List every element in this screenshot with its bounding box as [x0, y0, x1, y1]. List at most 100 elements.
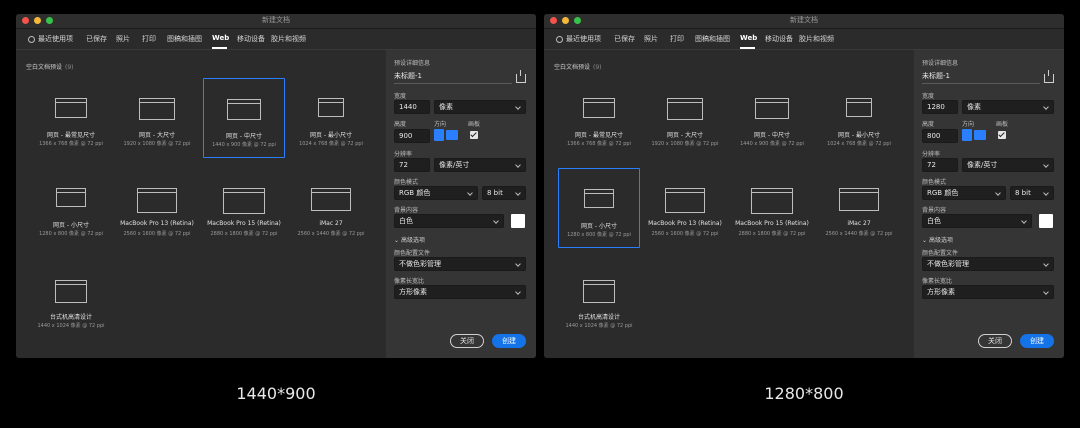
bit-depth-select[interactable]: 8 bit [482, 186, 526, 200]
tab-film-video[interactable]: 胶片和视频 [799, 34, 834, 44]
preset-card[interactable]: 网页 - 最小尺寸 1024 x 768 像素 @ 72 ppi [818, 78, 900, 158]
preset-card[interactable]: MacBook Pro 13 (Retina) 2560 x 1600 像素 @… [644, 168, 726, 248]
preset-grid: 空白文档预设 (9) 网页 - 最常见尺寸 1366 x 768 像素 @ 72 … [16, 50, 386, 358]
create-button[interactable]: 创建 [1020, 334, 1054, 348]
width-unit-select[interactable]: 像素 [962, 100, 1054, 114]
color-mode-label: 颜色模式 [922, 179, 947, 186]
preset-name: 网页 - 小尺寸 [53, 222, 89, 229]
color-mode-select[interactable]: RGB 颜色 [922, 186, 1006, 200]
resolution-unit-select[interactable]: 像素/英寸 [434, 158, 526, 172]
advanced-options-toggle[interactable]: ⌄ 高级选项 [922, 235, 953, 244]
close-button[interactable]: 关闭 [978, 334, 1012, 348]
preset-card[interactable]: iMac 27 2560 x 1440 像素 @ 72 ppi [818, 168, 900, 248]
preset-name: 网页 - 最常见尺寸 [575, 132, 623, 139]
checkbox-checked-icon[interactable] [470, 131, 478, 139]
resolution-input[interactable]: 72 [922, 158, 958, 172]
preset-details-panel: 预设详细信息 未标题-1 宽度 1280 像素 高度 方向 画板 800 分辨率… [914, 50, 1064, 358]
tab-film-video[interactable]: 胶片和视频 [271, 34, 306, 44]
height-input[interactable]: 800 [922, 129, 958, 143]
color-profile-select[interactable]: 不做色彩管理 [394, 257, 526, 271]
background-select[interactable]: 白色 [394, 214, 504, 228]
preset-card[interactable]: MacBook Pro 13 (Retina) 2560 x 1600 像素 @… [116, 168, 198, 248]
preset-card[interactable]: 网页 - 中尺寸 1440 x 900 像素 @ 72 ppi [731, 78, 813, 158]
preset-name: 网页 - 大尺寸 [667, 132, 703, 139]
preset-card[interactable]: MacBook Pro 15 (Retina) 2880 x 1800 像素 @… [203, 168, 285, 248]
preset-card[interactable]: 网页 - 小尺寸 1280 x 800 像素 @ 72 ppi [30, 168, 112, 248]
tab-web[interactable]: Web [740, 34, 757, 42]
document-preset-icon [839, 188, 879, 211]
preset-name: 网页 - 最小尺寸 [838, 132, 880, 139]
preset-count: (9) [593, 64, 602, 71]
color-mode-label: 颜色模式 [394, 179, 419, 186]
preset-card[interactable]: 网页 - 最小尺寸 1024 x 768 像素 @ 72 ppi [290, 78, 372, 158]
create-button[interactable]: 创建 [492, 334, 526, 348]
document-preset-icon [139, 98, 175, 120]
tab-recent[interactable]: 最近使用项 [28, 34, 73, 44]
tab-print[interactable]: 打印 [142, 34, 156, 44]
width-input[interactable]: 1280 [922, 100, 958, 114]
preset-card[interactable]: iMac 27 2560 x 1440 像素 @ 72 ppi [290, 168, 372, 248]
save-to-cloud-icon[interactable] [1044, 70, 1054, 83]
tab-saved[interactable]: 已保存 [86, 34, 107, 44]
preset-card-selected[interactable]: 网页 - 小尺寸 1280 x 800 像素 @ 72 ppi [558, 168, 640, 248]
window-title: 新建文档 [790, 16, 818, 24]
preset-name: MacBook Pro 15 (Retina) [207, 220, 281, 227]
portrait-orientation-icon[interactable] [434, 129, 444, 141]
preset-dimensions: 1920 x 1080 像素 @ 72 ppi [651, 141, 719, 147]
document-name-field[interactable]: 未标题-1 [922, 70, 1040, 84]
tab-recent[interactable]: 最近使用项 [556, 34, 601, 44]
close-button[interactable]: 关闭 [450, 334, 484, 348]
tab-saved[interactable]: 已保存 [614, 34, 635, 44]
height-input[interactable]: 900 [394, 129, 430, 143]
artboard-label: 画板 [996, 121, 1009, 128]
advanced-options-toggle[interactable]: ⌄ 高级选项 [394, 235, 425, 244]
tab-art-illustration[interactable]: 图稿和插图 [695, 34, 730, 44]
preset-card[interactable]: 网页 - 最常见尺寸 1366 x 768 像素 @ 72 ppi [558, 78, 640, 158]
preset-card[interactable]: 台式机高清设计 1440 x 1024 像素 @ 72 ppi [30, 260, 112, 340]
background-label: 背景内容 [394, 207, 419, 214]
bit-depth-select[interactable]: 8 bit [1010, 186, 1054, 200]
preset-name: 网页 - 中尺寸 [754, 132, 790, 139]
pixel-aspect-select[interactable]: 方形像素 [394, 285, 526, 299]
save-to-cloud-icon[interactable] [516, 70, 526, 83]
tab-print[interactable]: 打印 [670, 34, 684, 44]
preset-dimensions: 1366 x 768 像素 @ 72 ppi [39, 141, 103, 147]
tab-photo[interactable]: 照片 [644, 34, 658, 44]
document-preset-icon [55, 280, 87, 303]
color-profile-select[interactable]: 不做色彩管理 [922, 257, 1054, 271]
background-color-swatch[interactable] [1039, 214, 1053, 228]
new-document-window-1280: 新建文档 最近使用项 已保存 照片 打印 图稿和插图 Web 移动设备 胶片和视… [544, 14, 1064, 358]
landscape-orientation-icon[interactable] [446, 130, 458, 140]
width-unit-select[interactable]: 像素 [434, 100, 526, 114]
pixel-aspect-label: 像素长宽比 [922, 278, 953, 285]
section-title-text: 空白文档预设 [554, 64, 591, 71]
preset-count: (9) [65, 64, 74, 71]
preset-card[interactable]: MacBook Pro 15 (Retina) 2880 x 1800 像素 @… [731, 168, 813, 248]
tab-photo[interactable]: 照片 [116, 34, 130, 44]
section-title: 空白文档预设 (9) [26, 62, 74, 71]
tab-mobile[interactable]: 移动设备 [765, 34, 793, 44]
background-color-swatch[interactable] [511, 214, 525, 228]
width-input[interactable]: 1440 [394, 100, 430, 114]
portrait-orientation-icon[interactable] [962, 129, 972, 141]
color-mode-select[interactable]: RGB 颜色 [394, 186, 478, 200]
checkbox-checked-icon[interactable] [998, 131, 1006, 139]
document-name-field[interactable]: 未标题-1 [394, 70, 512, 84]
preset-card[interactable]: 网页 - 大尺寸 1920 x 1080 像素 @ 72 ppi [116, 78, 198, 158]
preset-card[interactable]: 台式机高清设计 1440 x 1024 像素 @ 72 ppi [558, 260, 640, 340]
preset-card[interactable]: 网页 - 大尺寸 1920 x 1080 像素 @ 72 ppi [644, 78, 726, 158]
background-select[interactable]: 白色 [922, 214, 1032, 228]
tab-web[interactable]: Web [212, 34, 229, 42]
resolution-label: 分辨率 [394, 151, 413, 158]
pixel-aspect-select[interactable]: 方形像素 [922, 285, 1054, 299]
preset-dimensions: 1440 x 900 像素 @ 72 ppi [212, 142, 276, 148]
tab-art-illustration[interactable]: 图稿和插图 [167, 34, 202, 44]
preset-card-selected[interactable]: 网页 - 中尺寸 1440 x 900 像素 @ 72 ppi [203, 78, 285, 158]
preset-card[interactable]: 网页 - 最常见尺寸 1366 x 768 像素 @ 72 ppi [30, 78, 112, 158]
artboard-label: 画板 [468, 121, 481, 128]
landscape-orientation-icon[interactable] [974, 130, 986, 140]
document-preset-icon [311, 188, 351, 211]
tab-mobile[interactable]: 移动设备 [237, 34, 265, 44]
resolution-unit-select[interactable]: 像素/英寸 [962, 158, 1054, 172]
resolution-input[interactable]: 72 [394, 158, 430, 172]
